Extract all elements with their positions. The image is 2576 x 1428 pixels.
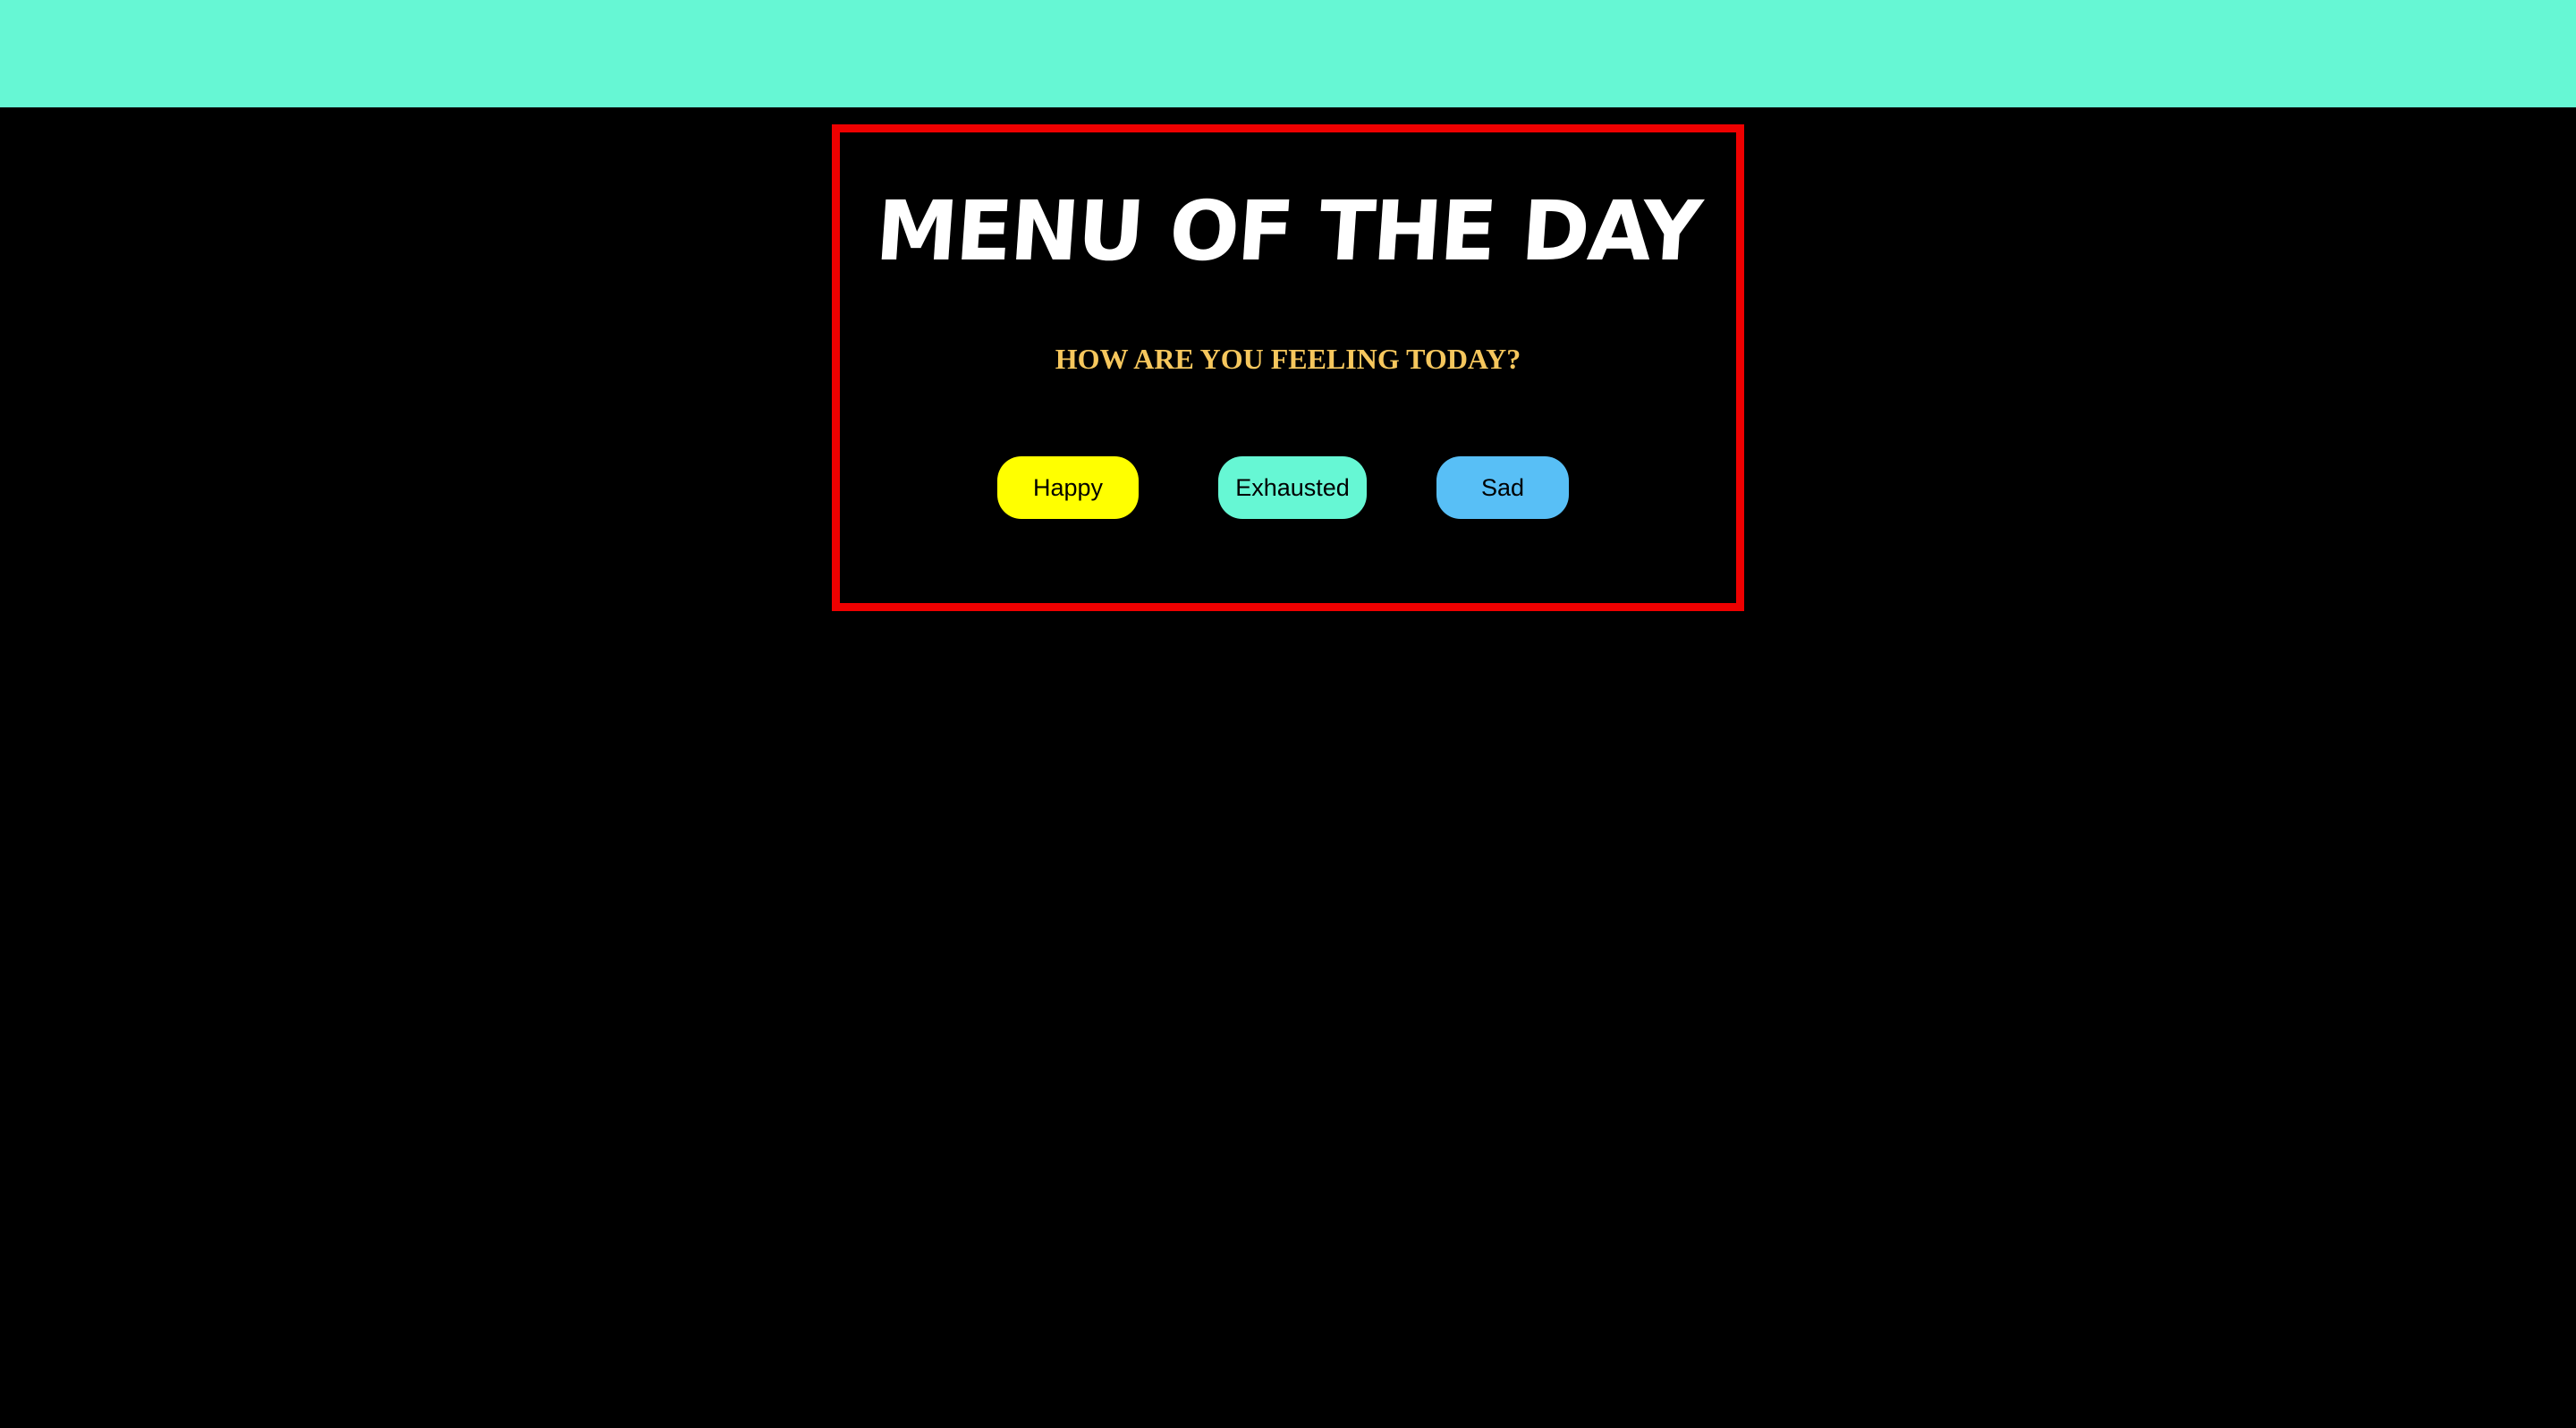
top-bar [0,0,2576,107]
sad-button[interactable]: Sad [1436,456,1569,519]
happy-button[interactable]: Happy [997,456,1139,519]
menu-title: MENU OF THE DAY [872,183,1704,279]
menu-panel: MENU OF THE DAY HOW ARE YOU FEELING TODA… [832,124,1744,611]
feeling-question: HOW ARE YOU FEELING TODAY? [1055,343,1521,375]
exhausted-button[interactable]: Exhausted [1218,456,1367,519]
